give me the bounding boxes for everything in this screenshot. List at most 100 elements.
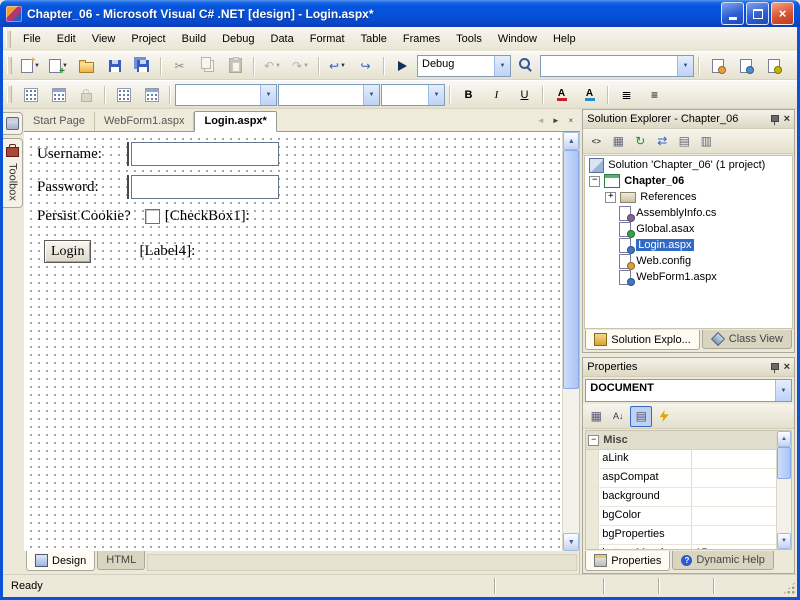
property-value[interactable] — [692, 507, 777, 525]
property-row-alink[interactable]: aLink — [586, 450, 777, 469]
login-button[interactable]: Login — [44, 240, 91, 263]
server-explorer-tab[interactable] — [3, 112, 23, 135]
save-all-button[interactable] — [129, 54, 156, 78]
toolbar-gripper[interactable] — [6, 31, 11, 48]
properties-scrollbar[interactable]: ▲ ▼ — [776, 431, 791, 549]
events-button[interactable] — [654, 407, 674, 426]
property-row-aspcompat[interactable]: aspCompat — [586, 469, 777, 488]
property-value[interactable] — [692, 469, 777, 487]
property-row-background[interactable]: background — [586, 488, 777, 507]
tab-start-page[interactable]: Start Page — [24, 112, 95, 131]
chevron-down-icon[interactable]: ▼ — [775, 380, 791, 401]
add-item-button[interactable]: ▼ — [45, 54, 72, 78]
chevron-down-icon[interactable]: ▼ — [428, 85, 444, 105]
collapse-icon[interactable]: − — [588, 435, 599, 446]
scrollbar-track[interactable] — [777, 447, 791, 533]
menu-tools[interactable]: Tools — [448, 29, 490, 49]
password-textbox[interactable] — [131, 175, 279, 199]
menu-window[interactable]: Window — [490, 29, 545, 49]
menu-edit[interactable]: Edit — [49, 29, 84, 49]
username-textbox[interactable] — [131, 142, 279, 166]
find-combo[interactable]: ▼ — [540, 55, 694, 77]
menu-project[interactable]: Project — [123, 29, 173, 49]
redo-button[interactable]: ↷▼ — [287, 54, 314, 78]
solution-explorer-titlebar[interactable]: Solution Explorer - Chapter_06 × — [583, 110, 794, 129]
navigate-back-button[interactable]: ↩▼ — [324, 54, 351, 78]
view-designer-button[interactable]: ▦ — [608, 132, 628, 151]
property-value[interactable] — [692, 526, 777, 544]
menu-data[interactable]: Data — [263, 29, 302, 49]
alphabetical-button[interactable]: A↓ — [608, 407, 628, 426]
bold-button[interactable]: B — [455, 83, 482, 107]
pin-icon[interactable] — [769, 114, 780, 125]
scroll-tabs-right-button[interactable]: ► — [548, 113, 563, 128]
numbering-button[interactable]: ≡ — [641, 83, 668, 107]
menu-help[interactable]: Help — [545, 29, 584, 49]
open-file-button[interactable] — [73, 54, 100, 78]
scroll-down-icon[interactable]: ▼ — [563, 533, 579, 551]
tree-item-solution[interactable]: Solution 'Chapter_06' (1 project) — [585, 157, 792, 173]
scroll-up-icon[interactable]: ▲ — [563, 132, 579, 150]
categorized-button[interactable]: ▦ — [586, 407, 606, 426]
property-value[interactable] — [692, 450, 777, 468]
property-row-bgcolor[interactable]: bgColor — [586, 507, 777, 526]
find-button[interactable] — [512, 54, 539, 78]
horizontal-scrollbar[interactable] — [147, 554, 577, 571]
properties-window-button[interactable] — [732, 54, 759, 78]
lock-controls-button[interactable] — [73, 83, 100, 107]
properties-button[interactable]: ▥ — [696, 132, 716, 151]
paste-button[interactable] — [222, 54, 249, 78]
show-all-files-button[interactable]: ▤ — [674, 132, 694, 151]
property-row-bgproperties[interactable]: bgProperties — [586, 526, 777, 545]
foreground-color-button[interactable]: A — [548, 83, 575, 107]
show-grid-button[interactable] — [17, 83, 44, 107]
solution-config-combo[interactable]: Debug ▼ — [417, 55, 511, 77]
snap-to-grid-button[interactable] — [45, 83, 72, 107]
background-color-button[interactable]: A — [576, 83, 603, 107]
start-debug-button[interactable] — [389, 54, 416, 78]
chevron-down-icon[interactable]: ▼ — [260, 85, 276, 105]
font-name-combo[interactable]: ▼ — [278, 84, 380, 106]
close-button[interactable]: × — [771, 2, 794, 25]
copy-project-button[interactable]: ⇄ — [652, 132, 672, 151]
italic-button[interactable]: I — [483, 83, 510, 107]
refresh-button[interactable]: ↻ — [630, 132, 650, 151]
vertical-scrollbar[interactable]: ▲ ▼ — [562, 132, 579, 551]
tree-item-project[interactable]: − Chapter_06 — [585, 173, 792, 189]
scrollbar-track[interactable] — [563, 150, 579, 533]
titlebar[interactable]: Chapter_06 - Microsoft Visual C# .NET [d… — [0, 0, 800, 27]
menu-table[interactable]: Table — [353, 29, 395, 49]
collapse-icon[interactable]: − — [589, 176, 600, 187]
menu-file[interactable]: File — [15, 29, 49, 49]
pin-icon[interactable] — [769, 362, 780, 373]
toolbox-tab[interactable]: Toolbox — [3, 138, 23, 208]
tab-dynamic-help[interactable]: ? Dynamic Help — [672, 551, 773, 570]
save-button[interactable] — [101, 54, 128, 78]
scroll-tabs-left-button[interactable]: ◄ — [533, 113, 548, 128]
properties-titlebar[interactable]: Properties × — [583, 358, 794, 377]
tab-solution-explorer[interactable]: Solution Explo... — [585, 330, 700, 350]
tab-login-aspx[interactable]: Login.aspx* — [194, 111, 276, 132]
minimize-button[interactable] — [721, 2, 744, 25]
block-format-combo[interactable]: ▼ — [175, 84, 277, 106]
tree-item-login-aspx[interactable]: Login.aspx — [585, 237, 792, 253]
toolbox-window-button[interactable] — [760, 54, 787, 78]
scroll-up-icon[interactable]: ▲ — [777, 431, 791, 447]
restore-button[interactable] — [746, 2, 769, 25]
undo-button[interactable]: ↶▼ — [259, 54, 286, 78]
tree-item-web-config[interactable]: Web.config — [585, 253, 792, 269]
menu-debug[interactable]: Debug — [214, 29, 262, 49]
menu-build[interactable]: Build — [174, 29, 214, 49]
tab-design-view[interactable]: Design — [26, 551, 95, 571]
category-row-misc[interactable]: − Misc — [586, 431, 777, 450]
menu-view[interactable]: View — [84, 29, 124, 49]
property-row-bottommargin[interactable]: bottomMargin 15 — [586, 545, 777, 550]
display-grid-button[interactable] — [110, 83, 137, 107]
tab-class-view[interactable]: Class View — [702, 330, 792, 349]
tree-item-webform1-aspx[interactable]: WebForm1.aspx — [585, 269, 792, 285]
underline-button[interactable]: U — [511, 83, 538, 107]
properties-view-button[interactable]: ▤ — [630, 406, 652, 427]
menu-format[interactable]: Format — [302, 29, 353, 49]
new-project-button[interactable]: ▼ — [17, 54, 44, 78]
scrollbar-thumb[interactable] — [777, 447, 791, 479]
